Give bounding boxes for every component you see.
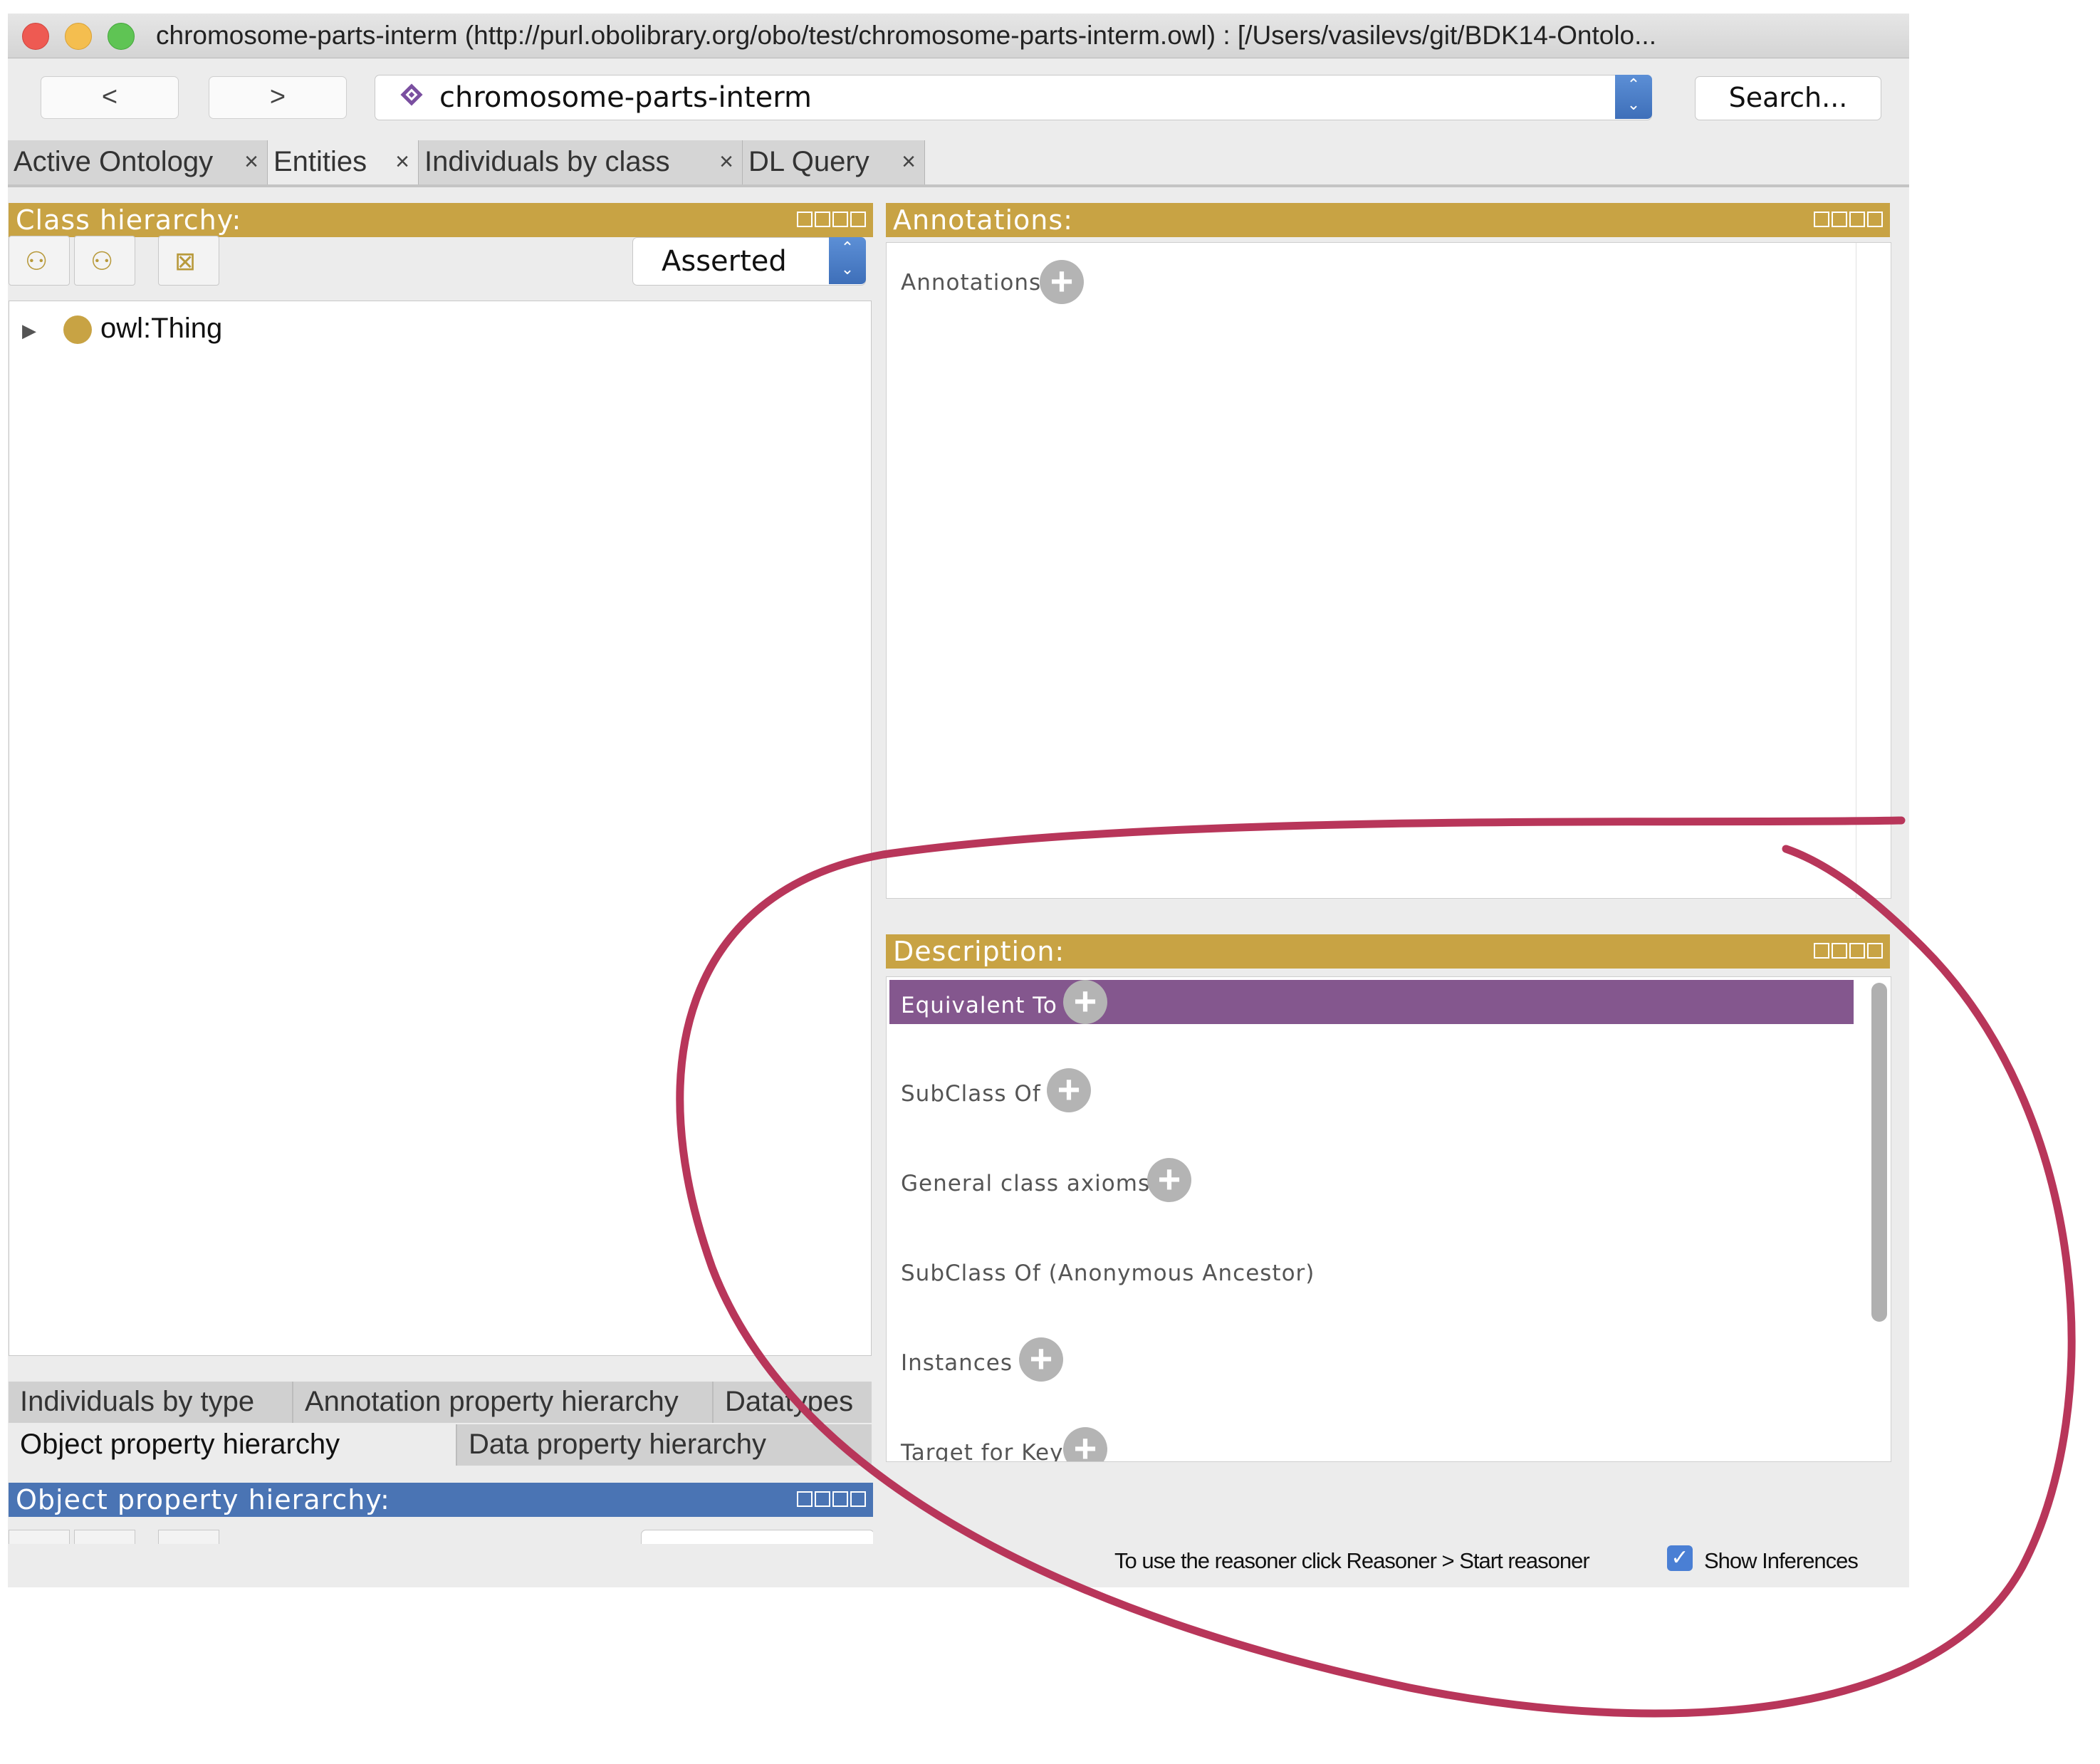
highlight-circle-annotation xyxy=(676,816,2076,1718)
